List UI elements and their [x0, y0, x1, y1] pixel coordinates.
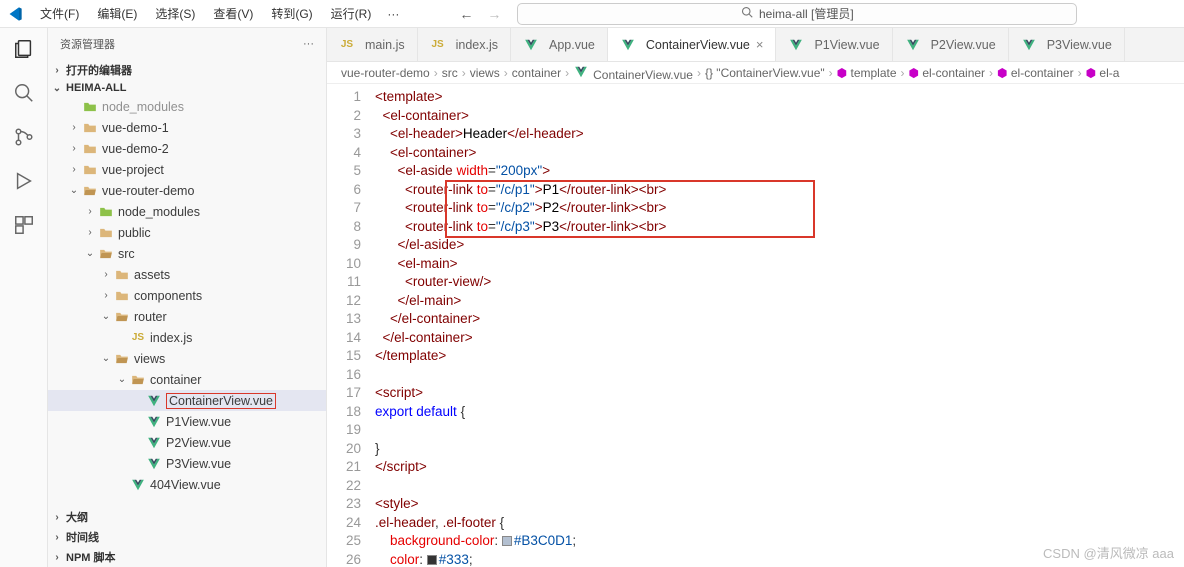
watermark: CSDN @清风微凉 aaa — [1043, 543, 1174, 562]
vscode-logo-icon — [6, 5, 24, 23]
tree-row[interactable]: ⌄vue-router-demo — [48, 180, 326, 201]
tree-row[interactable]: JSindex.js — [48, 327, 326, 348]
nav-forward-icon[interactable]: → — [487, 6, 501, 22]
search-placeholder: heima-all [管理员] — [759, 5, 854, 22]
tree-row[interactable]: P1View.vue — [48, 411, 326, 432]
close-icon[interactable]: × — [756, 37, 764, 52]
section-root[interactable]: ⌄HEIMA-ALL — [48, 80, 326, 96]
editor-tabs: JSmain.jsJSindex.jsApp.vueContainerView.… — [327, 28, 1184, 62]
tree-row[interactable]: ›components — [48, 285, 326, 306]
tree-row[interactable]: ›node_modules — [48, 201, 326, 222]
code-editor[interactable]: 1234567891011121314151617181920212223242… — [327, 84, 1184, 567]
menu-view[interactable]: 查看(V) — [205, 2, 261, 25]
sidebar-more-icon[interactable]: ··· — [303, 38, 314, 50]
editor-tab[interactable]: App.vue — [511, 28, 608, 61]
menu-file[interactable]: 文件(F) — [32, 2, 87, 25]
tree-row[interactable]: node_modules — [48, 96, 326, 117]
editor-tab[interactable]: P1View.vue — [776, 28, 892, 61]
menu-goto[interactable]: 转到(G) — [263, 2, 320, 25]
tree-row[interactable]: ›vue-project — [48, 159, 326, 180]
tree-row[interactable]: P3View.vue — [48, 453, 326, 474]
line-gutter: 1234567891011121314151617181920212223242… — [327, 84, 375, 567]
source-control-icon[interactable] — [11, 124, 37, 150]
tree-row[interactable]: ›assets — [48, 264, 326, 285]
editor-tab[interactable]: JSmain.js — [327, 28, 418, 61]
menu-edit[interactable]: 编辑(E) — [89, 2, 145, 25]
tree-row[interactable]: ›vue-demo-1 — [48, 117, 326, 138]
tree-row[interactable]: 404View.vue — [48, 474, 326, 495]
sidebar-title: 资源管理器 — [60, 36, 115, 52]
nav-back-icon[interactable]: ← — [459, 6, 473, 22]
section-timeline[interactable]: ›时间线 — [48, 527, 326, 547]
tree-row[interactable]: ContainerView.vue — [48, 390, 326, 411]
file-tree: node_modules›vue-demo-1›vue-demo-2›vue-p… — [48, 96, 326, 507]
menubar: 文件(F) 编辑(E) 选择(S) 查看(V) 转到(G) 运行(R) ··· … — [0, 0, 1184, 28]
code-lines[interactable]: <template> <el-container> <el-header>Hea… — [375, 84, 666, 567]
search-icon — [741, 6, 753, 21]
tree-row[interactable]: ›public — [48, 222, 326, 243]
run-debug-icon[interactable] — [11, 168, 37, 194]
tree-row[interactable]: ⌄views — [48, 348, 326, 369]
extensions-icon[interactable] — [11, 212, 37, 238]
tree-row[interactable]: ›vue-demo-2 — [48, 138, 326, 159]
tree-row[interactable]: ⌄src — [48, 243, 326, 264]
editor-area: JSmain.jsJSindex.jsApp.vueContainerView.… — [327, 28, 1184, 567]
section-npm[interactable]: ›NPM 脚本 — [48, 547, 326, 567]
section-outline[interactable]: ›大纲 — [48, 507, 326, 527]
section-open-editors[interactable]: ›打开的编辑器 — [48, 60, 326, 80]
activity-bar — [0, 28, 48, 567]
menu-select[interactable]: 选择(S) — [147, 2, 203, 25]
tree-row[interactable]: ⌄router — [48, 306, 326, 327]
command-center-search[interactable]: heima-all [管理员] — [517, 3, 1077, 25]
tree-row[interactable]: P2View.vue — [48, 432, 326, 453]
search-icon[interactable] — [11, 80, 37, 106]
menu-run[interactable]: 运行(R) — [323, 2, 380, 25]
editor-tab[interactable]: P2View.vue — [893, 28, 1009, 61]
editor-tab[interactable]: ContainerView.vue× — [608, 28, 777, 61]
editor-tab[interactable]: JSindex.js — [418, 28, 511, 61]
editor-tab[interactable]: P3View.vue — [1009, 28, 1125, 61]
menu-more-icon[interactable]: ··· — [381, 4, 405, 24]
tree-row[interactable]: ⌄container — [48, 369, 326, 390]
explorer-icon[interactable] — [11, 36, 37, 62]
breadcrumb[interactable]: vue-router-demo › src › views › containe… — [327, 62, 1184, 84]
explorer-sidebar: 资源管理器 ··· ›打开的编辑器 ⌄HEIMA-ALL node_module… — [48, 28, 327, 567]
